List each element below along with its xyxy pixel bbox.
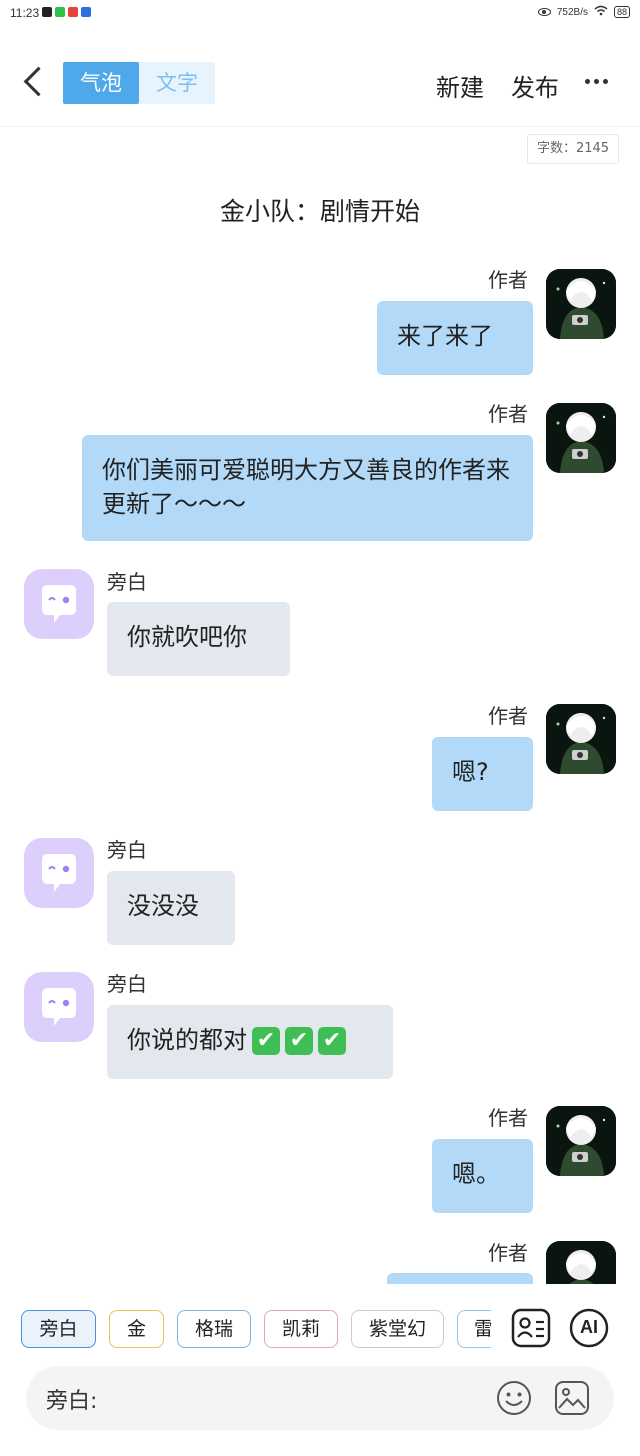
input-role-label: 旁白: — [46, 1389, 98, 1414]
message-text: 你说的都对 — [127, 1026, 247, 1054]
image-icon[interactable] — [554, 1380, 590, 1420]
sender-name: 作者 — [488, 1106, 528, 1130]
tab-bubble[interactable]: 气泡 — [63, 62, 139, 104]
sender-name: 作者 — [488, 704, 528, 728]
message-input-bar[interactable]: 旁白: — [26, 1366, 614, 1430]
message-bubble[interactable]: 嗯。 — [432, 1139, 533, 1213]
new-button[interactable]: 新建 — [436, 68, 484, 103]
message-bubble[interactable]: 没没没 — [107, 871, 235, 945]
message-bubble[interactable]: 来了来了 — [377, 301, 533, 375]
message-bubble[interactable]: 嗯? — [432, 737, 533, 811]
bottom-panel: 旁白 金 格瑞 凯莉 紫堂幻 雷 AI 旁白: — [0, 1284, 640, 1456]
status-time: 11:23 — [10, 6, 40, 20]
message-bubble[interactable]: 你们美丽可爱聪明大方又善良的作者来更新了～～～ — [82, 435, 533, 541]
role-chip-list: 旁白 金 格瑞 凯莉 紫堂幻 雷 — [21, 1310, 491, 1348]
author-avatar[interactable] — [546, 403, 616, 473]
message-bubble[interactable]: 你就吹吧你 — [107, 602, 290, 676]
ai-label: AI — [580, 1317, 598, 1337]
role-chip-jin[interactable]: 金 — [109, 1310, 164, 1348]
check-emoji-icon: ✔ — [318, 1027, 346, 1055]
tab-text[interactable]: 文字 — [139, 62, 215, 104]
top-header: 气泡 文字 新建 发布 — [0, 50, 640, 116]
role-chip-lei[interactable]: 雷 — [457, 1310, 491, 1348]
role-card-icon[interactable] — [511, 1308, 551, 1348]
status-bar: 11:23 752B/s 88 — [0, 0, 640, 28]
notification-app-icon — [42, 7, 52, 17]
chapter-title[interactable]: 金小队：剧情开始 — [0, 192, 640, 228]
role-chip-zitanghuan[interactable]: 紫堂幻 — [351, 1310, 444, 1348]
author-avatar[interactable] — [546, 704, 616, 774]
more-options-icon[interactable] — [585, 79, 608, 84]
role-chip-narrator[interactable]: 旁白 — [21, 1310, 96, 1348]
ai-assistant-button[interactable]: AI — [569, 1308, 609, 1348]
eye-icon — [537, 8, 551, 16]
author-avatar[interactable] — [546, 1106, 616, 1176]
sender-name: 旁白 — [107, 838, 147, 862]
check-emoji-icon: ✔ — [285, 1027, 313, 1055]
role-chip-gerui[interactable]: 格瑞 — [177, 1310, 251, 1348]
sender-name: 作者 — [488, 1241, 528, 1265]
role-chip-kaili[interactable]: 凯莉 — [264, 1310, 338, 1348]
header-divider — [0, 126, 640, 127]
app-screen: 11:23 752B/s 88 气泡 文字 新建 发布 字数：2145 金小队：… — [0, 0, 640, 1456]
wifi-icon — [594, 5, 608, 19]
publish-button[interactable]: 发布 — [511, 68, 559, 103]
narrator-avatar[interactable] — [24, 569, 94, 639]
check-emoji-icon: ✔ — [252, 1027, 280, 1055]
notification-app-icon — [68, 7, 78, 17]
sender-name: 作者 — [488, 268, 528, 292]
author-avatar[interactable] — [546, 269, 616, 339]
back-arrow-icon[interactable] — [20, 62, 50, 102]
battery-indicator: 88 — [613, 6, 630, 18]
network-speed: 752B/s — [556, 6, 588, 18]
sender-name: 旁白 — [107, 972, 147, 996]
message-bubble[interactable]: 你说的都对 ✔ ✔ ✔ — [107, 1005, 393, 1079]
sender-name: 作者 — [488, 402, 528, 426]
status-right: 752B/s 88 — [537, 5, 630, 19]
wechat-icon — [55, 7, 65, 17]
narrator-avatar[interactable] — [24, 972, 94, 1042]
view-mode-toggle: 气泡 文字 — [63, 62, 215, 104]
word-count-badge: 字数：2145 — [527, 134, 619, 164]
narrator-avatar[interactable] — [24, 838, 94, 908]
sender-name: 旁白 — [107, 570, 147, 594]
notification-icons — [42, 7, 91, 17]
cloud-icon — [81, 7, 91, 17]
emoji-icon[interactable] — [496, 1380, 532, 1420]
